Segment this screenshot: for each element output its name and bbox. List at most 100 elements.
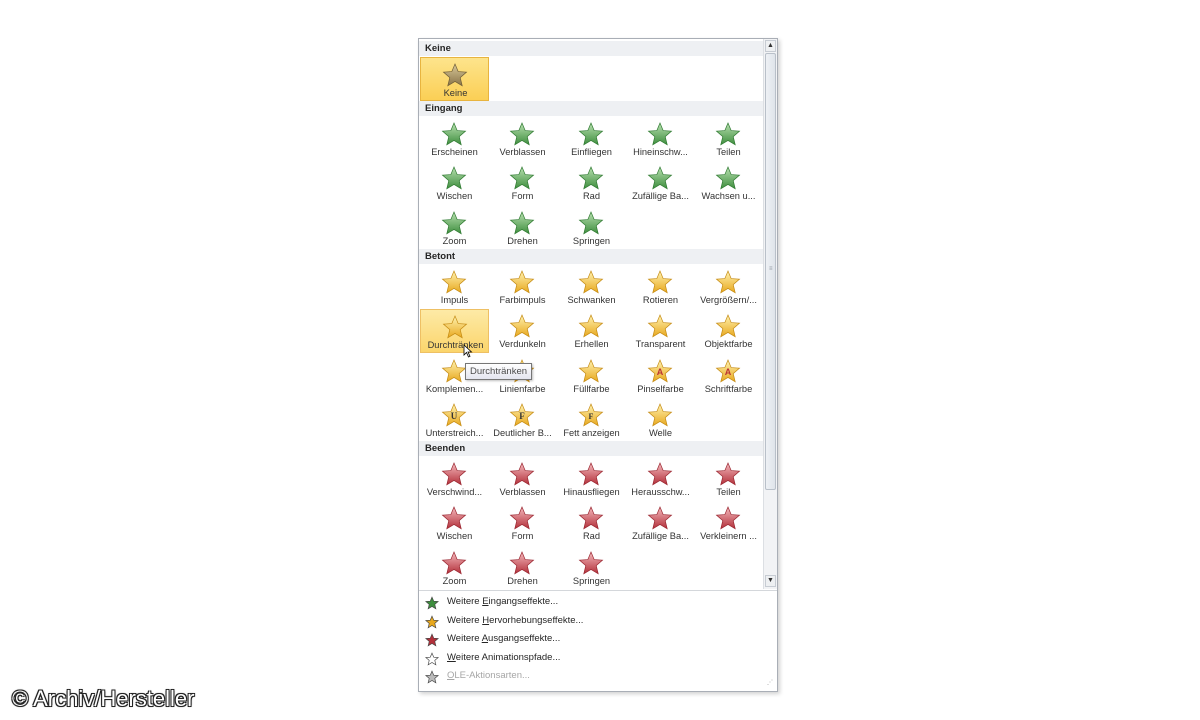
scroll-down-button[interactable]: ▼ bbox=[765, 575, 776, 587]
effect-label: Vergrößern/... bbox=[700, 295, 757, 305]
star-swivel-out-icon bbox=[509, 550, 535, 576]
effect-item[interactable]: Rotieren bbox=[626, 265, 695, 309]
effect-item[interactable]: Einfliegen bbox=[557, 117, 626, 161]
effect-item[interactable]: Vergrößern/... bbox=[694, 265, 763, 309]
effect-label: Zufällige Ba... bbox=[632, 531, 689, 542]
vertical-scrollbar[interactable]: ▲ ≡ ▼ bbox=[763, 39, 777, 589]
effect-label: Zufällige Ba... bbox=[632, 191, 689, 202]
scroll-up-button[interactable]: ▲ bbox=[765, 40, 776, 52]
effect-item[interactable]: Wischen bbox=[420, 501, 489, 545]
effect-item[interactable]: Keine bbox=[420, 57, 489, 101]
menu-item-label: Weitere Eingangseffekte... bbox=[447, 596, 559, 607]
star-transparency-icon bbox=[647, 313, 673, 339]
effect-item[interactable]: U Unterstreich... bbox=[420, 398, 489, 442]
effect-item[interactable]: Objektfarbe bbox=[694, 309, 763, 353]
effect-label: Springen bbox=[572, 235, 611, 246]
svg-text:F: F bbox=[589, 412, 594, 421]
effect-item[interactable]: Drehen bbox=[488, 206, 557, 250]
star-pulse-icon bbox=[441, 269, 467, 295]
effect-item[interactable]: Farbimpuls bbox=[488, 265, 557, 309]
effect-item[interactable]: Erhellen bbox=[557, 309, 626, 353]
effect-item[interactable]: Rad bbox=[557, 161, 626, 205]
star-fade-out-icon bbox=[509, 461, 535, 487]
star-teeter-icon bbox=[578, 269, 604, 295]
effect-item[interactable]: F Fett anzeigen bbox=[557, 398, 626, 442]
effect-label: Komplemen... bbox=[425, 383, 484, 394]
effect-label: Verblassen bbox=[499, 487, 546, 497]
effect-item[interactable]: Zoom bbox=[420, 206, 489, 250]
effect-item[interactable]: Verblassen bbox=[488, 457, 557, 501]
effect-label: Hineinschw... bbox=[633, 147, 688, 157]
effect-item[interactable]: Teilen bbox=[694, 117, 763, 161]
effect-label: Einfliegen bbox=[571, 147, 612, 157]
effect-label: Springen bbox=[572, 575, 611, 586]
scrollbar-grip-icon: ≡ bbox=[769, 266, 773, 272]
effect-item[interactable]: Verschwind... bbox=[420, 457, 489, 501]
menu-item[interactable]: Weitere Eingangseffekte... bbox=[423, 594, 773, 612]
star-lighten-icon bbox=[578, 313, 604, 339]
effect-label: Wachsen u... bbox=[701, 191, 756, 202]
star-none-icon bbox=[442, 62, 468, 88]
effect-item[interactable]: Verdunkeln bbox=[488, 309, 557, 353]
effect-item[interactable]: Springen bbox=[557, 546, 626, 589]
star-object-color-icon bbox=[715, 313, 741, 339]
menu-item[interactable]: Weitere Animationspfade... bbox=[423, 650, 773, 668]
section-header-2: Betont bbox=[419, 249, 763, 264]
effect-label: Wischen bbox=[436, 531, 473, 542]
emphasis-effects-icon bbox=[425, 614, 439, 629]
exit-effects-icon bbox=[425, 633, 439, 647]
effect-item[interactable]: Zoom bbox=[420, 546, 489, 589]
effect-item[interactable]: F Deutlicher B... bbox=[488, 398, 557, 442]
star-fill-color-icon bbox=[578, 358, 604, 384]
menu-item[interactable]: Weitere Ausgangseffekte... bbox=[423, 631, 773, 649]
effect-item[interactable]: Welle bbox=[626, 398, 695, 442]
menu-item[interactable]: Weitere Hervorhebungseffekte... bbox=[423, 613, 773, 631]
effect-item[interactable]: A Pinselfarbe bbox=[626, 354, 695, 398]
svg-text:A: A bbox=[657, 367, 664, 377]
effect-item[interactable]: Verblassen bbox=[488, 117, 557, 161]
effect-item[interactable]: Durchtränken bbox=[420, 309, 489, 354]
effect-label: Teilen bbox=[716, 487, 741, 497]
scrollbar-thumb[interactable]: ≡ bbox=[765, 53, 776, 490]
effect-label: Zoom bbox=[442, 575, 467, 586]
star-bounce-icon bbox=[578, 210, 604, 236]
effect-label: Form bbox=[511, 191, 534, 202]
effect-label: Erscheinen bbox=[431, 147, 478, 157]
effect-item[interactable]: Form bbox=[488, 161, 557, 205]
star-wipe-out-icon bbox=[441, 505, 467, 531]
effect-label: Rad bbox=[582, 531, 601, 542]
effect-item[interactable]: Erscheinen bbox=[420, 117, 489, 161]
mouse-cursor-icon bbox=[463, 344, 473, 358]
effect-item[interactable]: Zufällige Ba... bbox=[626, 501, 695, 545]
effect-item[interactable]: Schwanken bbox=[557, 265, 626, 309]
effect-item[interactable]: Zufällige Ba... bbox=[626, 161, 695, 205]
star-shrink-turn-icon bbox=[715, 505, 741, 531]
effect-item[interactable]: Teilen bbox=[694, 457, 763, 501]
star-complementary-icon bbox=[441, 358, 467, 384]
effect-item[interactable]: Wischen bbox=[420, 161, 489, 205]
effect-item[interactable]: Verkleinern ... bbox=[694, 501, 763, 545]
star-fade-icon bbox=[509, 121, 535, 147]
effect-label: Schriftfarbe bbox=[704, 383, 753, 394]
effect-item[interactable]: Drehen bbox=[488, 546, 557, 589]
effect-label: Herausschw... bbox=[631, 487, 690, 497]
star-zoom-icon bbox=[441, 210, 467, 236]
effect-item[interactable]: Hineinschw... bbox=[626, 117, 695, 161]
effect-label: Teilen bbox=[716, 147, 741, 157]
effect-item[interactable]: Wachsen u... bbox=[694, 161, 763, 205]
effect-label: Welle bbox=[648, 427, 673, 438]
star-brush-color-icon: A bbox=[647, 358, 673, 384]
effect-item[interactable]: A Schriftfarbe bbox=[694, 354, 763, 398]
effect-item[interactable]: Form bbox=[488, 501, 557, 545]
effect-item[interactable]: Füllfarbe bbox=[557, 354, 626, 398]
star-bold-reveal-icon: F bbox=[578, 402, 604, 428]
effect-item[interactable]: Hinausfliegen bbox=[557, 457, 626, 501]
effect-item[interactable]: Springen bbox=[557, 206, 626, 250]
entrance-effects-icon bbox=[425, 596, 439, 610]
effect-item[interactable]: Transparent bbox=[626, 309, 695, 353]
resize-grip-icon[interactable]: ⋰ bbox=[767, 680, 775, 689]
effect-label: Keine bbox=[443, 88, 468, 98]
effect-item[interactable]: Herausschw... bbox=[626, 457, 695, 501]
effect-item[interactable]: Impuls bbox=[420, 265, 489, 309]
effect-item[interactable]: Rad bbox=[557, 501, 626, 545]
